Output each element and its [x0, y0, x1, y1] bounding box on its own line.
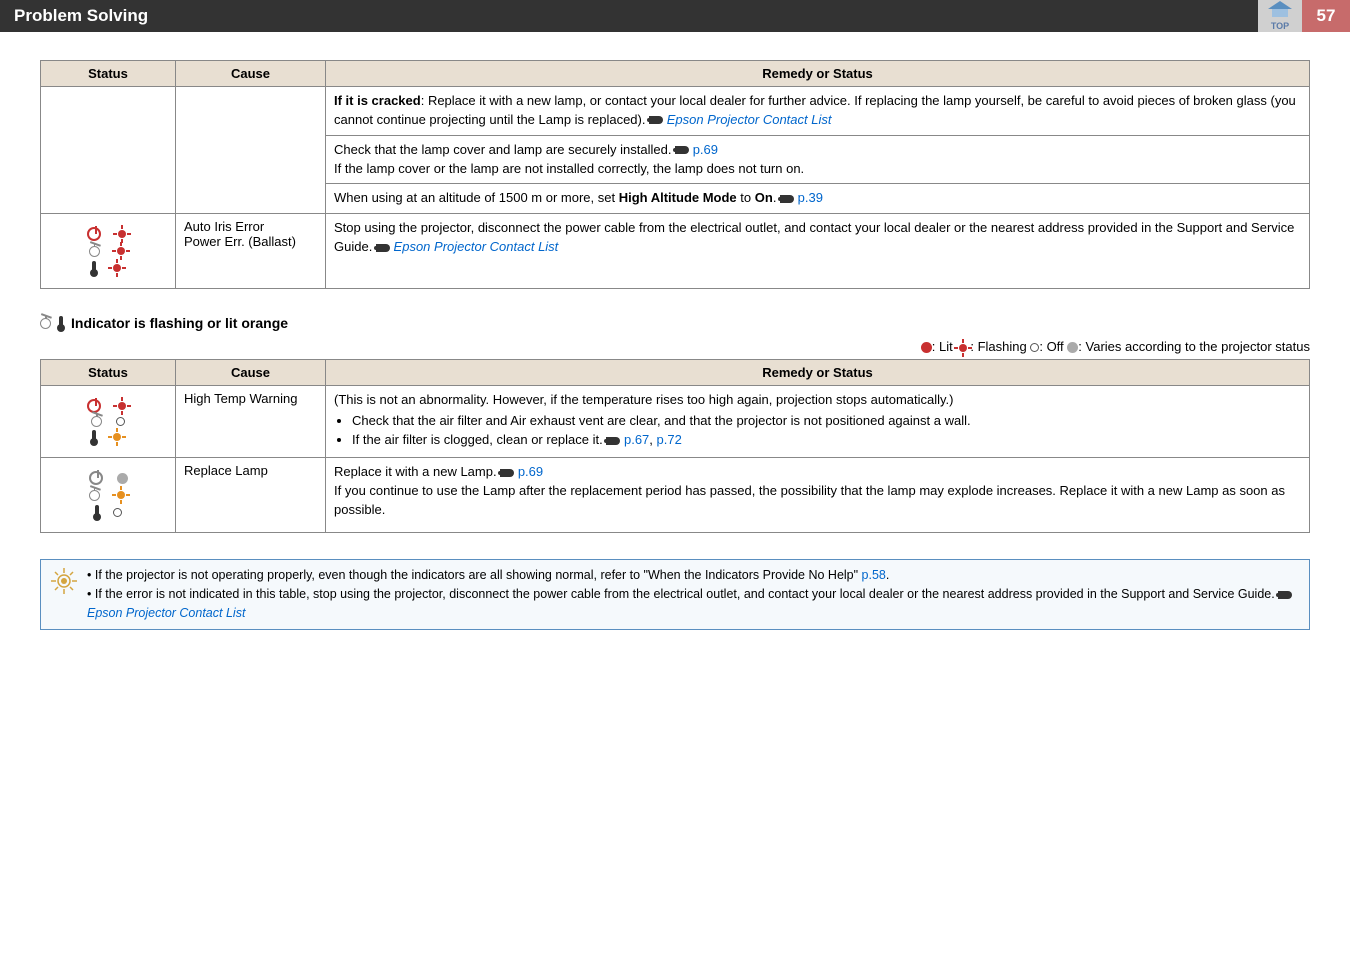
power-icon [87, 399, 101, 413]
varies-icon [117, 473, 128, 484]
see-icon [1278, 591, 1292, 599]
see-icon [606, 437, 620, 445]
remedy-replace-lamp: Replace it with a new Lamp. p.69 If you … [326, 458, 1310, 533]
off-icon [113, 508, 122, 517]
page-header: Problem Solving TOP 57 [0, 0, 1350, 32]
th-cause: Cause [176, 61, 326, 87]
temp-icon [92, 430, 96, 444]
link-p67[interactable]: p.67 [624, 432, 649, 447]
see-icon [500, 469, 514, 477]
link-p39[interactable]: p.39 [798, 190, 823, 205]
lamp-outline-icon [91, 416, 102, 427]
top-nav-button[interactable]: TOP [1258, 0, 1302, 32]
link-contact-list-2[interactable]: Epson Projector Contact List [394, 239, 559, 254]
top-label: TOP [1271, 21, 1289, 31]
lit-icon [921, 342, 932, 353]
section-heading-orange: Indicator is flashing or lit orange [40, 315, 1310, 331]
status-cell-empty [41, 87, 176, 214]
link-p58[interactable]: p.58 [862, 568, 886, 582]
see-icon [780, 195, 794, 203]
cause-replace-lamp: Replace Lamp [176, 458, 326, 533]
link-p69-a[interactable]: p.69 [693, 142, 718, 157]
link-contact-list-1[interactable]: Epson Projector Contact List [667, 112, 832, 127]
lamp-outline-icon [40, 318, 51, 329]
power-icon [87, 227, 101, 241]
power-icon-gray [89, 471, 103, 485]
see-icon [675, 146, 689, 154]
bullet-clogged: If the air filter is clogged, clean or r… [352, 431, 1301, 450]
off-icon [1030, 343, 1039, 352]
cause-auto-iris: Auto Iris Error Power Err. (Ballast) [176, 214, 326, 289]
remedy-auto-iris: Stop using the projector, disconnect the… [326, 214, 1310, 289]
status-auto-iris [41, 214, 176, 289]
flashing-orange-icon [110, 430, 124, 444]
header-title: Problem Solving [14, 6, 148, 26]
flashing-icon [956, 341, 970, 355]
page-number: 57 [1302, 0, 1350, 32]
varies-icon [1067, 342, 1078, 353]
lamp-outline-icon [89, 490, 100, 501]
link-contact-list-3[interactable]: Epson Projector Contact List [87, 606, 245, 620]
see-icon [376, 244, 390, 252]
th2-status: Status [41, 359, 176, 385]
table-2: Status Cause Remedy or Status High Temp … [40, 359, 1310, 534]
temp-icon [92, 261, 96, 275]
th2-cause: Cause [176, 359, 326, 385]
page-content: Status Cause Remedy or Status If it is c… [0, 32, 1350, 646]
th-remedy: Remedy or Status [326, 61, 1310, 87]
flashing-red-icon [115, 227, 129, 241]
flashing-orange-icon [114, 488, 128, 502]
see-icon [649, 116, 663, 124]
remedy-lamp-cover: Check that the lamp cover and lamp are s… [326, 135, 1310, 184]
tip-box: • If the projector is not operating prop… [40, 559, 1310, 629]
legend: : Lit : Flashing : Off : Varies accordin… [40, 339, 1310, 355]
link-p69-b[interactable]: p.69 [518, 464, 543, 479]
status-replace-lamp [41, 458, 176, 533]
flashing-red-icon [115, 399, 129, 413]
off-icon [116, 417, 125, 426]
bullet-air-filter: Check that the air filter and Air exhaus… [352, 412, 1301, 431]
remedy-altitude: When using at an altitude of 1500 m or m… [326, 184, 1310, 214]
table-1: Status Cause Remedy or Status If it is c… [40, 60, 1310, 289]
cracked-prefix: If it is cracked [334, 93, 421, 108]
flashing-red-icon [114, 244, 128, 258]
link-p72[interactable]: p.72 [657, 432, 682, 447]
status-high-temp [41, 385, 176, 458]
th2-remedy: Remedy or Status [326, 359, 1310, 385]
flashing-red-icon [110, 261, 124, 275]
remedy-cracked: If it is cracked: Replace it with a new … [326, 87, 1310, 136]
th-status: Status [41, 61, 176, 87]
header-right: TOP 57 [1258, 0, 1350, 32]
tip-icon [51, 568, 77, 594]
temp-icon [59, 316, 63, 330]
lamp-outline-icon [89, 246, 100, 257]
cause-high-temp: High Temp Warning [176, 385, 326, 458]
cause-cell-empty [176, 87, 326, 214]
temp-icon [95, 505, 99, 519]
remedy-high-temp: (This is not an abnormality. However, if… [326, 385, 1310, 458]
tip-text: • If the projector is not operating prop… [87, 566, 1299, 622]
